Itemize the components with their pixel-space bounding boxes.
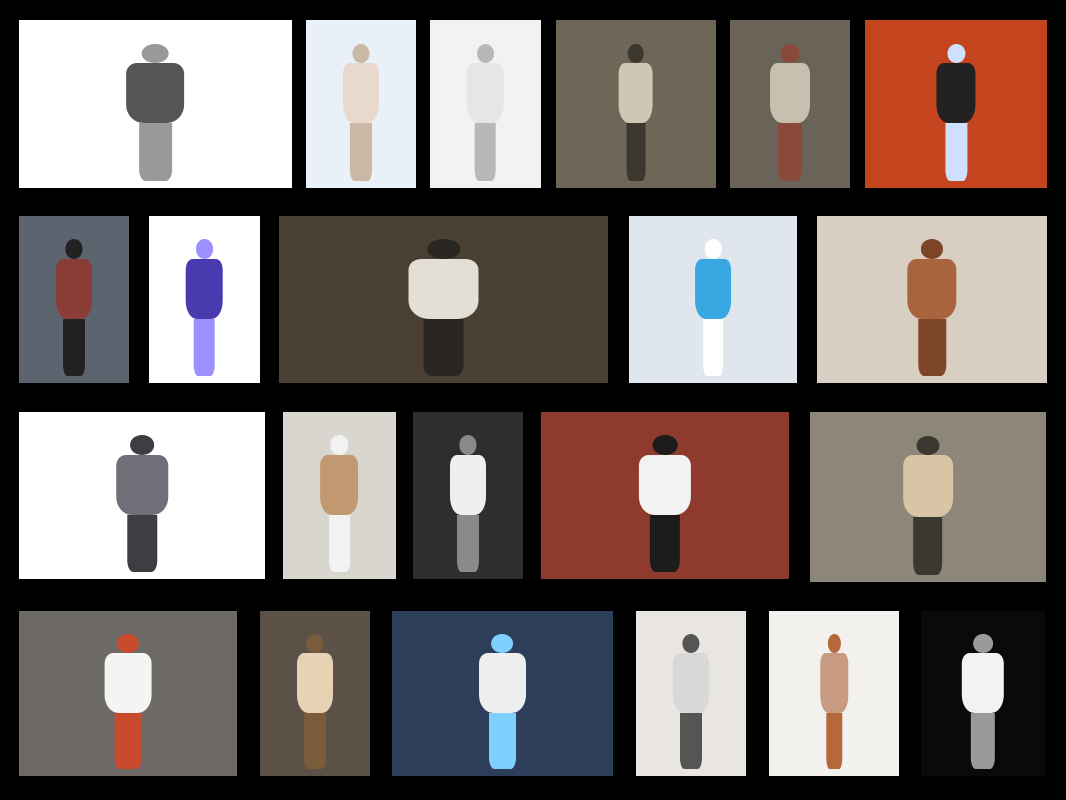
figure-silhouette: [921, 43, 990, 182]
figure-silhouette: [41, 239, 107, 377]
leather-armor-pieces-photo: [817, 216, 1047, 383]
wired-garment-on-dressform-photo: [556, 20, 716, 188]
kinetic-skirt-sculpture-photo: [810, 412, 1046, 582]
figure-silhouette: [171, 239, 238, 377]
figure-silhouette: [461, 634, 545, 770]
dress-to-chair-sequence-photo: [541, 412, 789, 579]
figure-silhouette: [104, 43, 208, 182]
origami-hood-jacket-photo: [19, 412, 265, 579]
runway-five-looks-photo: [19, 20, 292, 188]
figure-silhouette: [888, 239, 975, 377]
figure-silhouette: [606, 43, 667, 182]
circuit-shirt-back-photo: [19, 611, 237, 776]
paper-coat-dressform-photo: [636, 611, 746, 776]
transforming-dress-triptych-photo: [279, 216, 608, 383]
figure-silhouette: [306, 435, 374, 573]
figure-silhouette: [883, 435, 973, 576]
figure-silhouette: [87, 634, 170, 770]
wired-bodice-mannequin-photo: [283, 412, 396, 579]
figure-silhouette: [381, 239, 506, 377]
figure-silhouette: [282, 634, 348, 770]
figure-silhouette: [754, 43, 826, 182]
white-dress-wired-collar-photo: [430, 20, 541, 188]
figure-silhouette: [95, 435, 188, 573]
figure-silhouette: [618, 435, 712, 573]
figure-silhouette: [452, 43, 519, 182]
figure-silhouette: [328, 43, 394, 182]
striped-corset-wires-photo: [260, 611, 370, 776]
figure-silhouette: [681, 239, 745, 377]
spiky-collar-striped-coat-photo: [19, 216, 129, 383]
white-corset-model-photo: [306, 20, 416, 188]
electronics-dress-closeup-photo: [730, 20, 850, 188]
copper-shoulder-sculpture-photo: [769, 611, 899, 776]
figure-silhouette: [809, 634, 858, 770]
white-looks-blue-lights-photo: [392, 611, 613, 776]
led-arm-wings-photo: [865, 20, 1047, 188]
image-collage: [0, 0, 1066, 800]
figure-silhouette: [658, 634, 724, 770]
figure-silhouette: [435, 435, 501, 573]
white-umbrella-dress-photo: [921, 611, 1045, 776]
glowing-wired-collage-photo: [629, 216, 797, 383]
blue-metallic-dress-photo: [149, 216, 260, 383]
white-ruffled-gown-photo: [413, 412, 523, 579]
figure-silhouette: [946, 634, 1020, 770]
